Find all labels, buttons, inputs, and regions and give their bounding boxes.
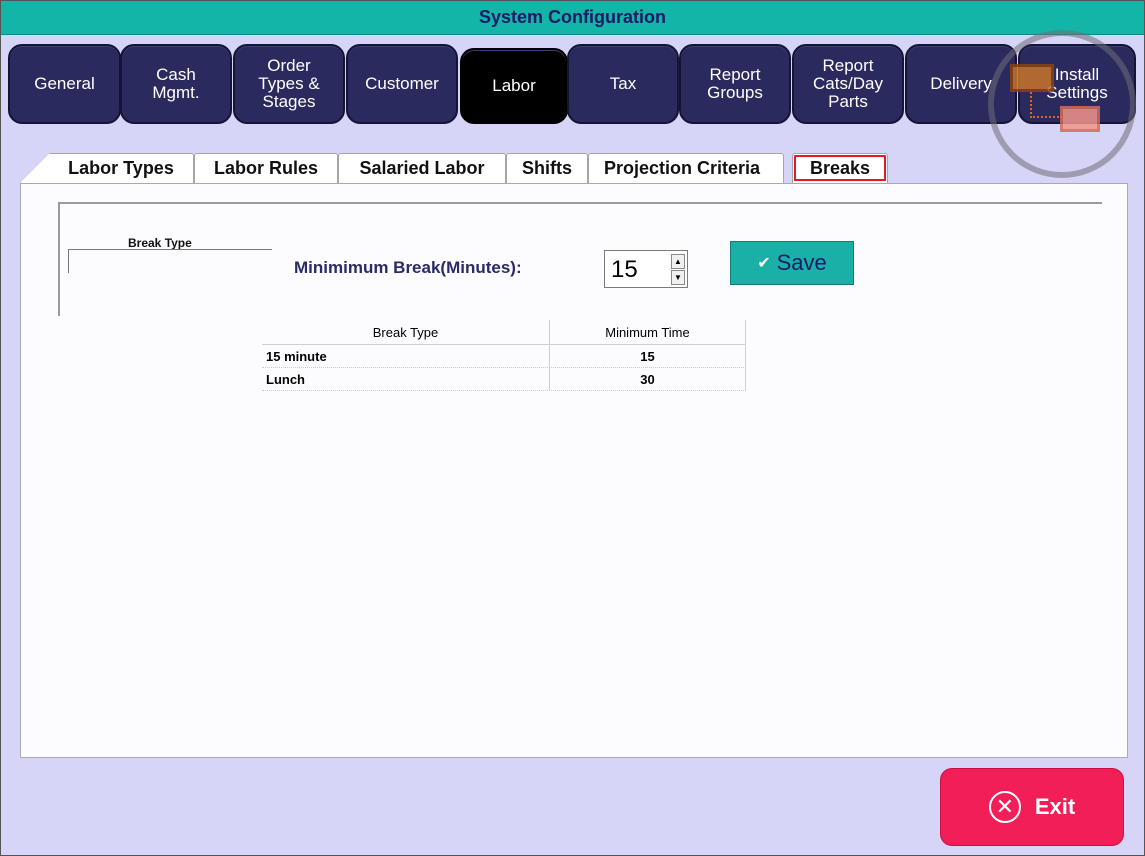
tab-label: Report Groups — [707, 65, 763, 102]
subtab-labor-types[interactable]: Labor Types — [20, 153, 194, 183]
subtab-projection-criteria[interactable]: Projection Criteria — [588, 153, 784, 183]
tab-label: Report Cats/Day Parts — [813, 56, 883, 111]
tab-customer[interactable]: Customer — [346, 44, 458, 124]
tab-label: Delivery — [930, 74, 992, 93]
group-divider — [68, 249, 69, 273]
tab-general[interactable]: General — [8, 44, 121, 124]
cell-break-type: 15 minute — [262, 345, 550, 367]
subtab-label: Salaried Labor — [359, 158, 485, 178]
tab-tax[interactable]: Tax — [567, 44, 679, 124]
content-panel — [20, 183, 1128, 758]
spin-up-icon[interactable]: ▲ — [671, 254, 685, 269]
breaks-grid: Break Type Minimum Time 15 minute 15 Lun… — [262, 320, 746, 391]
subtab-salaried-labor[interactable]: Salaried Labor — [338, 153, 506, 183]
subtab-label: Projection Criteria — [604, 158, 761, 178]
section-divider — [58, 202, 60, 316]
subtab-label: Shifts — [521, 158, 572, 178]
tab-label: Cash Mgmt. — [152, 65, 200, 102]
sub-tab-bar: Labor Types Labor Rules Salaried Labor S… — [20, 153, 900, 183]
table-row[interactable]: 15 minute 15 — [262, 345, 746, 368]
subtab-breaks[interactable]: Breaks — [792, 153, 888, 183]
min-break-input[interactable] — [609, 255, 669, 285]
grid-header: Break Type Minimum Time — [262, 320, 746, 345]
tab-label: General — [34, 74, 95, 93]
min-break-label: Minimimum Break(Minutes): — [294, 258, 522, 277]
tab-label: Tax — [609, 74, 637, 93]
tab-delivery[interactable]: Delivery — [905, 44, 1017, 124]
subtab-label: Labor Types — [68, 158, 174, 178]
monitor-icon — [1010, 64, 1054, 92]
tab-report-cats-day-parts[interactable]: Report Cats/Day Parts — [792, 44, 904, 124]
section-divider — [58, 202, 1102, 204]
cell-minimum-time: 15 — [550, 345, 746, 367]
exit-button[interactable]: ✕ Exit — [940, 768, 1124, 846]
subtab-labor-rules[interactable]: Labor Rules — [194, 153, 338, 183]
save-label: Save — [776, 250, 827, 275]
column-header-minimum-time[interactable]: Minimum Time — [550, 320, 746, 344]
subtab-shifts[interactable]: Shifts — [506, 153, 588, 183]
connection-icon — [1030, 92, 1062, 118]
tab-report-groups[interactable]: Report Groups — [679, 44, 791, 124]
spin-down-icon[interactable]: ▼ — [671, 270, 685, 285]
tab-order-types-stages[interactable]: Order Types & Stages — [233, 44, 345, 124]
tab-label: Customer — [365, 74, 439, 93]
tab-label: Labor — [492, 76, 536, 95]
exit-label: Exit — [1034, 794, 1076, 819]
tab-cash-mgmt[interactable]: Cash Mgmt. — [120, 44, 232, 124]
check-icon: ✔ — [757, 255, 771, 272]
close-circle-icon: ✕ — [988, 791, 1021, 823]
save-button[interactable]: ✔ Save — [730, 241, 854, 285]
cell-break-type: Lunch — [262, 368, 550, 390]
min-break-stepper: ▲ ▼ — [604, 250, 688, 288]
monitor-icon — [1060, 106, 1100, 132]
window-title: System Configuration — [0, 0, 1145, 35]
column-header-break-type[interactable]: Break Type — [262, 320, 550, 344]
group-title: Break Type — [128, 236, 192, 250]
subtab-label: Breaks — [809, 158, 871, 178]
tab-label: Order Types & Stages — [258, 56, 320, 111]
cell-minimum-time: 30 — [550, 368, 746, 390]
tab-labor[interactable]: Labor — [460, 48, 568, 124]
table-row[interactable]: Lunch 30 — [262, 368, 746, 391]
group-divider — [68, 249, 272, 250]
subtab-label: Labor Rules — [213, 158, 319, 178]
